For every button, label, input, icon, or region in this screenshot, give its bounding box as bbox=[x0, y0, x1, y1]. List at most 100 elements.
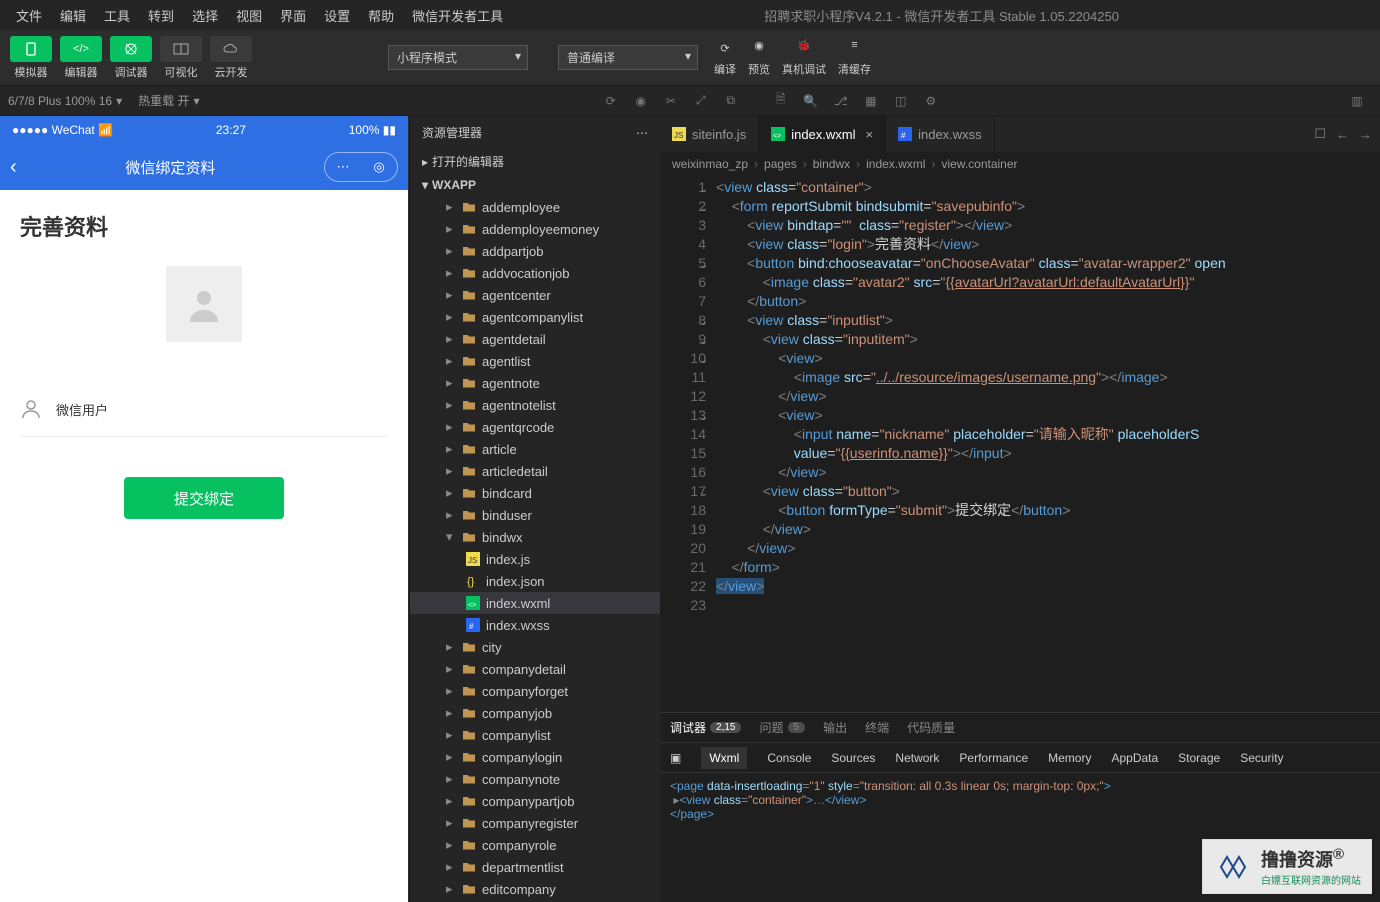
folder-companylist[interactable]: ▸companylist bbox=[410, 724, 660, 746]
device-select[interactable]: 6/7/8 Plus 100% 16 bbox=[8, 94, 112, 108]
submit-button[interactable]: 提交绑定 bbox=[124, 477, 284, 519]
compile-select[interactable]: 普通编译▾ bbox=[558, 45, 698, 70]
tab-index.wxml[interactable]: <>index.wxml× bbox=[759, 116, 886, 152]
pkg-icon[interactable]: ◫ bbox=[892, 92, 910, 110]
cloud-button[interactable]: 云开发 bbox=[210, 36, 252, 80]
devtab-Performance[interactable]: Performance bbox=[959, 751, 1028, 765]
preview-button[interactable]: ◉预览 bbox=[748, 39, 770, 77]
visualize-button[interactable]: 可视化 bbox=[160, 36, 202, 80]
devtab-Sources[interactable]: Sources bbox=[831, 751, 875, 765]
clearcache-button[interactable]: ≡清缓存 bbox=[838, 39, 871, 77]
menu-编辑[interactable]: 编辑 bbox=[52, 2, 94, 29]
folder-companydetail[interactable]: ▸companydetail bbox=[410, 658, 660, 680]
breadcrumb[interactable]: weixinmao_zp›pages›bindwx›index.wxml›vie… bbox=[660, 152, 1380, 176]
devtab-Storage[interactable]: Storage bbox=[1178, 751, 1220, 765]
folder-agentdetail[interactable]: ▸agentdetail bbox=[410, 328, 660, 350]
compile-button[interactable]: ⟳编译 bbox=[714, 39, 736, 77]
popout-icon[interactable]: ⧉ bbox=[722, 92, 740, 110]
folder-agentnote[interactable]: ▸agentnote bbox=[410, 372, 660, 394]
menu-界面[interactable]: 界面 bbox=[272, 2, 314, 29]
folder-articledetail[interactable]: ▸articledetail bbox=[410, 460, 660, 482]
folder-binduser[interactable]: ▸binduser bbox=[410, 504, 660, 526]
paneltab-代码质量[interactable]: 代码质量 bbox=[907, 719, 955, 736]
menu-微信开发者工具[interactable]: 微信开发者工具 bbox=[404, 2, 511, 29]
paneltab-终端[interactable]: 终端 bbox=[865, 719, 889, 736]
search-icon[interactable]: 🔍 bbox=[802, 92, 820, 110]
panel-right-icon[interactable]: ▥ bbox=[1348, 92, 1366, 110]
folder-agentqrcode[interactable]: ▸agentqrcode bbox=[410, 416, 660, 438]
git-icon[interactable]: ⎇ bbox=[832, 92, 850, 110]
devtab-Security[interactable]: Security bbox=[1240, 751, 1283, 765]
folder-city[interactable]: ▸city bbox=[410, 636, 660, 658]
menu-视图[interactable]: 视图 bbox=[228, 2, 270, 29]
capsule-menu-icon[interactable]: ⋯ bbox=[325, 153, 361, 181]
arrow-right-icon[interactable]: → bbox=[1359, 127, 1372, 142]
folder-addpartjob[interactable]: ▸addpartjob bbox=[410, 240, 660, 262]
hotreload-toggle[interactable]: 热重载 开 bbox=[138, 92, 189, 109]
devtab-AppData[interactable]: AppData bbox=[1111, 751, 1158, 765]
folder-addemployee[interactable]: ▸addemployee bbox=[410, 196, 660, 218]
cut-icon[interactable]: ✂ bbox=[662, 92, 680, 110]
folder-article[interactable]: ▸article bbox=[410, 438, 660, 460]
ext-icon[interactable]: ▦ bbox=[862, 92, 880, 110]
menu-文件[interactable]: 文件 bbox=[8, 2, 50, 29]
editor-toggle[interactable]: </> 编辑器 bbox=[60, 36, 102, 80]
menu-帮助[interactable]: 帮助 bbox=[360, 2, 402, 29]
menu-选择[interactable]: 选择 bbox=[184, 2, 226, 29]
simulator-toggle[interactable]: 模拟器 bbox=[10, 36, 52, 80]
capsule-close-icon[interactable]: ◎ bbox=[361, 153, 397, 181]
folder-bindwx[interactable]: ▾bindwx bbox=[410, 526, 660, 548]
menu-转到[interactable]: 转到 bbox=[140, 2, 182, 29]
mode-select[interactable]: 小程序模式▾ bbox=[388, 45, 528, 70]
folder-companyregister[interactable]: ▸companyregister bbox=[410, 812, 660, 834]
file-index.wxml[interactable]: <>index.wxml bbox=[410, 592, 660, 614]
folder-companyforget[interactable]: ▸companyforget bbox=[410, 680, 660, 702]
open-editors-section[interactable]: ▸ 打开的编辑器 bbox=[410, 149, 660, 174]
more-icon[interactable]: ⋯ bbox=[636, 126, 648, 140]
paneltab-调试器[interactable]: 调试器2,15 bbox=[670, 719, 741, 736]
file-index.wxss[interactable]: #index.wxss bbox=[410, 614, 660, 636]
inspect-icon[interactable]: ▣ bbox=[670, 751, 681, 765]
folder-companypartjob[interactable]: ▸companypartjob bbox=[410, 790, 660, 812]
folder-agentlist[interactable]: ▸agentlist bbox=[410, 350, 660, 372]
folder-companyjob[interactable]: ▸companyjob bbox=[410, 702, 660, 724]
folder-departmentlist[interactable]: ▸departmentlist bbox=[410, 856, 660, 878]
debugger-toggle[interactable]: 调试器 bbox=[110, 36, 152, 80]
breadcrumb-seg[interactable]: weixinmao_zp bbox=[672, 157, 748, 171]
devtab-Network[interactable]: Network bbox=[895, 751, 939, 765]
folder-addemployeemoney[interactable]: ▸addemployeemoney bbox=[410, 218, 660, 240]
swan-icon[interactable]: ⚙ bbox=[922, 92, 940, 110]
tab-siteinfo.js[interactable]: JSsiteinfo.js bbox=[660, 116, 759, 152]
avatar-button[interactable] bbox=[166, 266, 242, 342]
devtab-Wxml[interactable]: Wxml bbox=[701, 747, 747, 769]
folder-bindcard[interactable]: ▸bindcard bbox=[410, 482, 660, 504]
folder-companyrole[interactable]: ▸companyrole bbox=[410, 834, 660, 856]
dom-view[interactable]: <page data-insertloading="1" style="tran… bbox=[660, 773, 1380, 827]
root-section[interactable]: ▾ WXAPP bbox=[410, 174, 660, 196]
arrow-left-icon[interactable]: ← bbox=[1336, 127, 1349, 142]
capsule[interactable]: ⋯◎ bbox=[324, 152, 398, 182]
breadcrumb-seg[interactable]: bindwx bbox=[813, 157, 850, 171]
file-index.json[interactable]: {}index.json bbox=[410, 570, 660, 592]
breadcrumb-seg[interactable]: index.wxml bbox=[866, 157, 925, 171]
folder-agentcenter[interactable]: ▸agentcenter bbox=[410, 284, 660, 306]
file-index.js[interactable]: JSindex.js bbox=[410, 548, 660, 570]
folder-companynote[interactable]: ▸companynote bbox=[410, 768, 660, 790]
realdevice-button[interactable]: 🐞真机调试 bbox=[782, 39, 826, 77]
code-editor[interactable]: 1⌄2⌄345⌄678⌄9⌄10⌄111213⌄14151617⌄1819202… bbox=[660, 176, 1380, 712]
back-button[interactable]: ‹ bbox=[10, 156, 17, 179]
folder-editcompany[interactable]: ▸editcompany bbox=[410, 878, 660, 900]
explorer-icon[interactable]: 🗎 bbox=[772, 92, 790, 110]
devtab-Console[interactable]: Console bbox=[767, 751, 811, 765]
folder-agentnotelist[interactable]: ▸agentnotelist bbox=[410, 394, 660, 416]
paneltab-问题[interactable]: 问题5 bbox=[759, 719, 805, 736]
folder-companylogin[interactable]: ▸companylogin bbox=[410, 746, 660, 768]
menu-设置[interactable]: 设置 bbox=[316, 2, 358, 29]
paneltab-输出[interactable]: 输出 bbox=[823, 719, 847, 736]
close-icon[interactable]: × bbox=[866, 127, 874, 142]
folder-agentcompanylist[interactable]: ▸agentcompanylist bbox=[410, 306, 660, 328]
breadcrumb-seg[interactable]: pages bbox=[764, 157, 797, 171]
refresh-icon[interactable]: ⟳ bbox=[602, 92, 620, 110]
tab-index.wxss[interactable]: #index.wxss bbox=[886, 116, 995, 152]
devtab-Memory[interactable]: Memory bbox=[1048, 751, 1091, 765]
